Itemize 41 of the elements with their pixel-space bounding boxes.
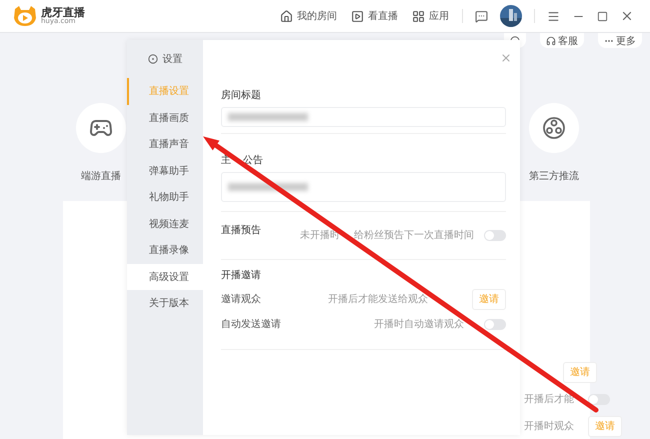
- setting-hint: 给粉丝预告下一次直播时间: [354, 230, 474, 241]
- play-icon: [351, 10, 364, 22]
- nav-link[interactable]: 看直播: [344, 9, 405, 23]
- setting-label: 直播预告: [221, 224, 261, 236]
- menu-item[interactable]: 弹幕助手: [127, 158, 203, 184]
- menu-item[interactable]: 关于版本: [127, 290, 203, 316]
- menu-item[interactable]: 礼物助手: [127, 184, 203, 210]
- nav-link[interactable]: 我的房间: [273, 9, 344, 23]
- field-label: 房间标题: [221, 90, 261, 101]
- mode-label: 第三方推流: [529, 170, 579, 183]
- setting-hint: 开播后才能发送给观众: [328, 294, 428, 304]
- mode-button[interactable]: [76, 103, 126, 153]
- toggle-switch[interactable]: [484, 318, 506, 330]
- toggle-switch[interactable]: [484, 230, 506, 241]
- menu-item[interactable]: 直播录像: [127, 237, 203, 264]
- input-field[interactable]: [221, 107, 506, 127]
- setting-label: 邀请观众: [221, 294, 261, 304]
- input-field[interactable]: [221, 172, 506, 202]
- app-name: 虎牙直播: [41, 7, 85, 18]
- toolbar-button[interactable]: 更多: [598, 33, 642, 48]
- mode-label: 端游直播: [81, 170, 121, 183]
- grid-icon: [412, 10, 425, 22]
- menu-item[interactable]: 直播声音: [127, 131, 203, 158]
- menu-item[interactable]: 直播画质: [127, 104, 203, 131]
- house-icon: [280, 10, 293, 22]
- menu-item[interactable]: 高级设置: [127, 264, 203, 290]
- toggle-switch[interactable]: [588, 394, 610, 404]
- avatar[interactable]: [500, 5, 522, 27]
- setting-hint: 开播时自动邀请观众: [374, 318, 464, 330]
- toolbar-button[interactable]: 客服: [540, 33, 584, 48]
- section-heading: 开播邀请: [221, 270, 261, 281]
- invite-hint: 开播时观众: [524, 420, 574, 432]
- headset-icon: [546, 36, 556, 46]
- obs-icon: [542, 116, 566, 140]
- field-label: 主: [221, 155, 231, 166]
- menu-item[interactable]: 视频连麦: [127, 210, 203, 237]
- logo-icon: [12, 5, 38, 27]
- nav-link[interactable]: 应用: [405, 9, 456, 23]
- mode-button[interactable]: [529, 103, 579, 153]
- setting-label: 自动发送邀请: [221, 318, 281, 330]
- dialog-title: 设置: [162, 52, 182, 66]
